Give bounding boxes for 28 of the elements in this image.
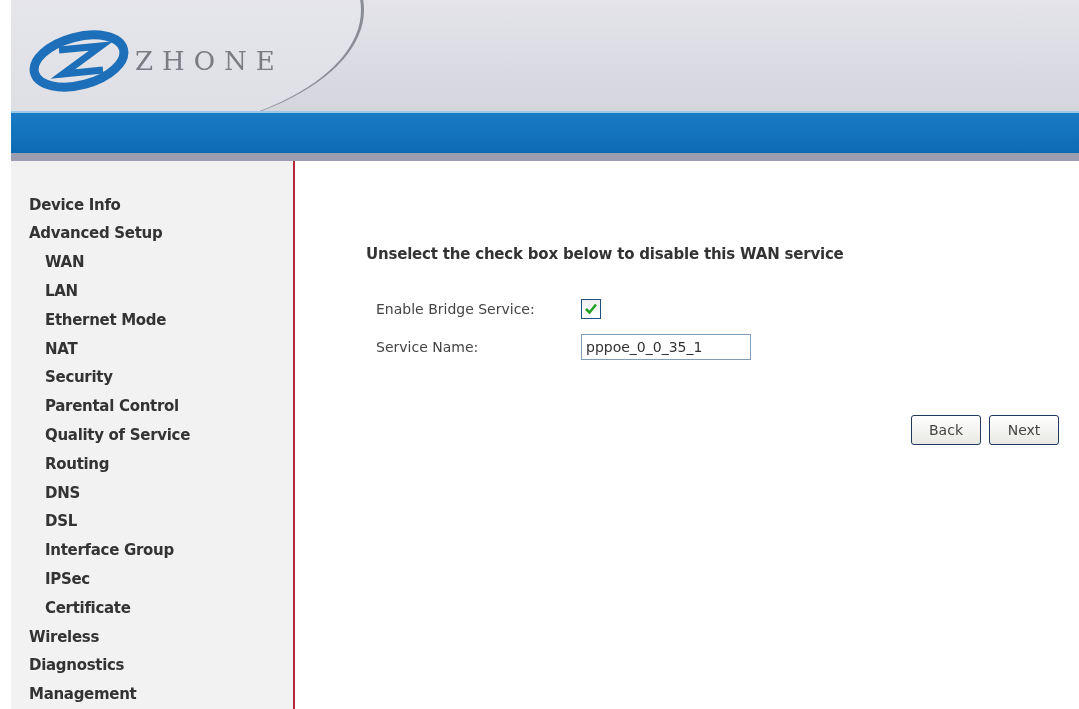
sidebar-item[interactable]: Ethernet Mode (29, 305, 293, 335)
sidebar-item[interactable]: Interface Group (29, 536, 293, 565)
field-label: Enable Bridge Service: (376, 300, 536, 317)
sidebar-item[interactable]: Certificate (29, 593, 293, 623)
sidebar-item[interactable]: LAN (29, 277, 293, 306)
form-heading: Unselect the check box below to disable this WAN service (366, 244, 845, 263)
nav-button[interactable]: Next (989, 414, 1059, 445)
sidebar-item[interactable]: IPSec (29, 565, 293, 594)
sidebar-item[interactable]: Device Info (29, 190, 293, 220)
sidebar-item[interactable]: NAT (29, 334, 293, 364)
sidebar-item[interactable]: Routing (29, 449, 293, 479)
logo-emblem-icon (29, 30, 129, 92)
field-label: Service Name: (376, 338, 480, 355)
sidebar-item[interactable]: Diagnostics (29, 651, 293, 681)
sidebar-item[interactable]: WAN (29, 248, 293, 278)
sidebar-item[interactable]: Security (29, 363, 293, 393)
sidebar-item[interactable]: Management (29, 680, 293, 709)
sidebar-item[interactable]: Parental Control (29, 392, 293, 422)
checkbox[interactable] (581, 298, 601, 319)
logo-text: ZHONE (135, 46, 284, 76)
sidebar-item[interactable]: Quality of Service (29, 421, 293, 450)
sidebar-item[interactable]: DNS (29, 478, 293, 508)
input-field[interactable]: pppoe_0_0_35_1 (581, 333, 751, 360)
check-icon (585, 303, 597, 315)
nav-button[interactable]: Back (911, 414, 981, 445)
sidebar-item[interactable]: Advanced Setup (29, 219, 293, 249)
sidebar-item[interactable]: DSL (29, 507, 293, 537)
sidebar-item[interactable]: Wireless (29, 622, 293, 652)
